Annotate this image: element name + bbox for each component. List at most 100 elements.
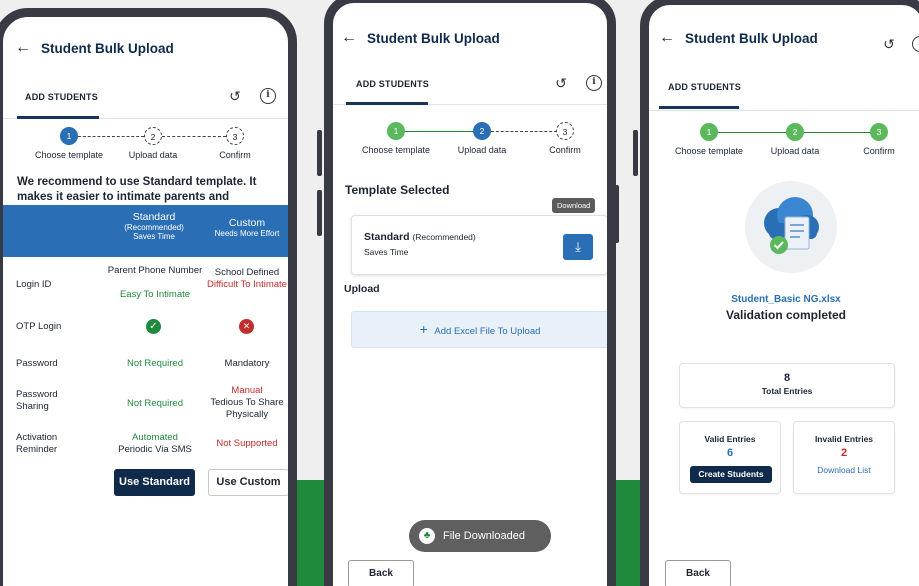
- file-name: Student_Basic NG.xlsx: [731, 294, 841, 305]
- step-connector: [491, 131, 557, 132]
- custom-password-sharing-note: Manual: [231, 385, 263, 396]
- history-icon[interactable]: ↺: [227, 88, 243, 104]
- back-arrow-icon[interactable]: ←: [15, 39, 31, 57]
- custom-activation: Not Supported: [216, 438, 278, 449]
- invalid-entries-card: Invalid Entries 2 Download List: [793, 421, 895, 494]
- download-list-link[interactable]: Download List: [794, 465, 894, 475]
- comparison-header: Standard (Recommended) Saves Time Custom…: [3, 205, 288, 257]
- step-3-circle: 3: [226, 127, 244, 145]
- step-2-circle: 2: [473, 122, 491, 140]
- standard-subtitle: (Recommended): [124, 223, 184, 232]
- step-3-circle: 3: [870, 123, 888, 141]
- app-header: ← Student Bulk Upload: [341, 29, 500, 47]
- phone-side-button: [633, 130, 638, 176]
- step-connector: [78, 136, 144, 137]
- standard-title: Standard: [132, 211, 176, 223]
- page-title: Student Bulk Upload: [41, 40, 174, 56]
- step-1-circle: 1: [387, 122, 405, 140]
- cloud-document-icon: [764, 197, 819, 254]
- phone-side-button: [317, 130, 322, 176]
- step-connector: [162, 136, 226, 137]
- use-standard-button[interactable]: Use Standard: [114, 469, 195, 496]
- step-2-label: Upload data: [457, 145, 507, 155]
- step-1-label: Choose template: [34, 150, 104, 160]
- page-title: Student Bulk Upload: [685, 30, 818, 46]
- tab-underline: [659, 106, 739, 109]
- standard-activation: Periodic Via SMS: [118, 444, 192, 455]
- download-button[interactable]: ⤓: [563, 234, 593, 260]
- custom-login-id-note: Difficult To Intimate: [207, 279, 287, 290]
- standard-password: Not Required: [127, 358, 183, 369]
- back-arrow-icon[interactable]: ←: [659, 29, 675, 47]
- upload-excel-button[interactable]: + Add Excel File To Upload: [351, 311, 607, 348]
- phone-choose-template: ← Student Bulk Upload ADD STUDENTS ↺ i 1…: [0, 8, 297, 586]
- step-1-circle: 1: [700, 123, 718, 141]
- invalid-entries-label: Invalid Entries: [814, 434, 874, 444]
- tab-add-students[interactable]: ADD STUDENTS: [668, 82, 741, 92]
- back-arrow-icon[interactable]: ←: [341, 29, 357, 47]
- custom-password-sharing: Tedious To Share Physically: [210, 397, 284, 420]
- template-card: Standard (Recommended) Saves Time ⤓: [351, 215, 607, 275]
- use-custom-button[interactable]: Use Custom: [208, 469, 288, 496]
- create-students-button[interactable]: Create Students: [690, 466, 772, 483]
- step-2-label: Upload data: [128, 150, 178, 160]
- custom-title: Custom: [228, 217, 266, 229]
- template-name: Standard: [364, 231, 410, 243]
- total-entries-value: 8: [783, 372, 791, 384]
- custom-password: Mandatory: [224, 358, 270, 369]
- custom-column-header: Custom Needs More Effort: [206, 217, 288, 238]
- row-label-otp-login: OTP Login: [16, 321, 62, 332]
- tab-add-students[interactable]: ADD STUDENTS: [25, 92, 98, 102]
- row-label-password-sharing: Password Sharing: [16, 389, 58, 412]
- total-entries-label: Total Entries: [761, 386, 813, 396]
- step-3-label: Confirm: [219, 150, 251, 160]
- valid-entries-value: 6: [726, 447, 734, 459]
- step-2-circle: 2: [144, 127, 162, 145]
- tree-logo-icon: ♣: [419, 528, 435, 544]
- step-2-label: Upload data: [770, 146, 820, 156]
- app-header: ← Student Bulk Upload: [15, 39, 174, 57]
- history-icon[interactable]: ↺: [553, 75, 569, 91]
- cross-icon: ✕: [239, 319, 254, 334]
- back-button[interactable]: Back: [665, 560, 731, 586]
- upload-heading: Upload: [344, 283, 380, 295]
- back-button[interactable]: Back: [348, 560, 414, 586]
- file-downloaded-toast: ♣ File Downloaded: [409, 520, 551, 552]
- step-3-label: Confirm: [863, 146, 895, 156]
- template-selected-heading: Template Selected: [345, 183, 450, 197]
- step-1-circle: 1: [60, 127, 78, 145]
- step-3-circle: 3: [556, 122, 574, 140]
- phone-side-button: [317, 190, 322, 236]
- step-1-label: Choose template: [674, 146, 744, 156]
- cloud-file-illustration: [745, 181, 837, 273]
- app-header: ← Student Bulk Upload: [659, 29, 818, 47]
- phone-upload-data: ← Student Bulk Upload ADD STUDENTS ↺ i 1…: [324, 0, 616, 586]
- info-icon[interactable]: i: [260, 88, 276, 104]
- info-icon[interactable]: i: [912, 36, 919, 52]
- history-icon[interactable]: ↺: [881, 36, 897, 52]
- download-icon: ⤓: [575, 239, 581, 254]
- phone-confirm: ← Student Bulk Upload ↺ i ADD STUDENTS 1…: [640, 0, 919, 586]
- standard-column-header: Standard (Recommended) Saves Time: [103, 211, 205, 241]
- row-label-activation-reminder: Activation Reminder: [16, 432, 58, 455]
- step-connector: [714, 132, 786, 133]
- tab-underline: [17, 116, 99, 119]
- tab-add-students[interactable]: ADD STUDENTS: [356, 79, 429, 89]
- step-connector: [396, 131, 473, 132]
- info-icon[interactable]: i: [586, 75, 602, 91]
- template-title: Standard (Recommended): [364, 231, 476, 243]
- tab-bar: ADD STUDENTS ↺ i: [333, 61, 607, 105]
- step-connector: [804, 132, 870, 133]
- tab-underline: [346, 102, 428, 105]
- step-1-label: Choose template: [361, 145, 431, 155]
- template-sub: Saves Time: [364, 247, 409, 257]
- step-3-label: Confirm: [549, 145, 581, 155]
- standard-login-id: Parent Phone Number: [107, 265, 203, 276]
- tab-bar: ADD STUDENTS: [649, 67, 919, 111]
- invalid-entries-value: 2: [840, 447, 848, 459]
- valid-entries-card: Valid Entries 6 Create Students: [679, 421, 781, 494]
- total-entries-card: 8 Total Entries: [679, 363, 895, 408]
- row-label-password: Password: [16, 358, 58, 369]
- download-tooltip: Download: [552, 198, 596, 213]
- check-icon: ✓: [146, 319, 161, 334]
